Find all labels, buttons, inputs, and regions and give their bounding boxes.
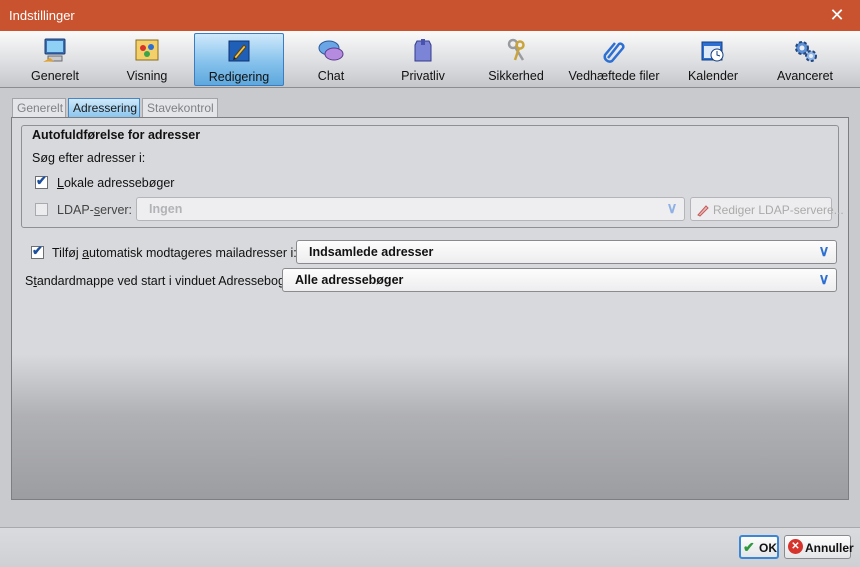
- autocomplete-group-title: Autofuldførelse for adresser: [32, 128, 201, 142]
- local-addressbooks-checkbox[interactable]: [35, 173, 48, 189]
- calendar-clock-icon: [701, 41, 724, 62]
- toolbar-item-privatliv[interactable]: Privatliv: [381, 33, 465, 86]
- category-toolbar: Generelt Visning Redigering Chat Privatl…: [0, 31, 860, 88]
- toolbar-item-avanceret[interactable]: Avanceret: [764, 33, 846, 86]
- toolbar-item-label: Avanceret: [776, 69, 834, 83]
- ldap-server-checkbox[interactable]: [35, 203, 48, 216]
- toolbar-item-label: Vedhæftede filer: [568, 69, 660, 83]
- toolbar-item-chat[interactable]: Chat: [290, 33, 372, 86]
- toolbar-item-label: Visning: [126, 69, 168, 83]
- check-icon: ✔: [743, 539, 755, 555]
- subtab-adressering[interactable]: Adressering: [68, 98, 140, 117]
- auto-add-checkbox[interactable]: [31, 243, 44, 259]
- title-bar: Indstillinger ✕: [0, 0, 860, 31]
- subtab-generelt[interactable]: Generelt: [12, 98, 66, 117]
- toolbar-item-label: Chat: [317, 69, 345, 83]
- toolbar-item-kalender[interactable]: Kalender: [672, 33, 754, 86]
- search-addresses-label: Søg efter adresser i:: [32, 151, 146, 165]
- palette-icon: [135, 39, 159, 61]
- ok-button[interactable]: ✔ OK: [739, 535, 779, 559]
- toolbar-item-label: Generelt: [31, 69, 79, 83]
- toolbar-item-label: Privatliv: [401, 69, 445, 83]
- toolbar-item-generelt[interactable]: Generelt: [14, 33, 96, 86]
- chat-bubbles-icon: [318, 40, 344, 61]
- auto-add-label[interactable]: Tilføj automatisk modtageres mailadresse…: [52, 246, 297, 260]
- cancel-icon: ✕: [788, 539, 803, 554]
- auto-add-folder-select[interactable]: Indsamlede adresser ∨: [296, 240, 837, 264]
- ldap-server-value: Ingen: [149, 202, 183, 216]
- toolbar-item-label: Kalender: [687, 69, 739, 83]
- close-icon: ✕: [829, 5, 845, 25]
- gears-icon: [795, 41, 817, 62]
- keys-icon: [507, 38, 525, 61]
- close-button[interactable]: ✕: [814, 0, 860, 31]
- window-title: Indstillinger: [9, 8, 75, 23]
- edit-ldap-servers-label: Rediger LDAP-servere...: [713, 203, 844, 217]
- monitor-icon: [43, 38, 66, 62]
- auto-add-folder-value: Indsamlede adresser: [309, 245, 434, 259]
- pen-icon: [228, 40, 250, 62]
- cancel-button[interactable]: ✕ Annuller: [784, 535, 854, 559]
- toolbar-item-visning[interactable]: Visning: [106, 33, 188, 86]
- pencil-icon: [697, 205, 709, 217]
- edit-ldap-servers-button[interactable]: Rediger LDAP-servere...: [690, 197, 844, 221]
- default-folder-label: Standardmappe ved start i vinduet Adress…: [25, 274, 289, 288]
- cancel-label: Annuller: [805, 541, 854, 555]
- toolbar-item-label: Redigering: [208, 70, 270, 84]
- toolbar-item-label: Sikkerhed: [488, 69, 544, 83]
- paperclip-icon: [603, 42, 625, 63]
- dialog-footer: [0, 527, 860, 567]
- default-folder-value: Alle adressebøger: [295, 273, 404, 287]
- ldap-server-label[interactable]: LDAP-server:: [57, 203, 132, 217]
- chevron-down-icon: ∨: [818, 271, 830, 288]
- chevron-down-icon: ∨: [818, 243, 830, 260]
- ldap-server-select[interactable]: Ingen ∨: [136, 197, 685, 221]
- chevron-down-icon: ∨: [666, 200, 678, 217]
- default-folder-select[interactable]: Alle adressebøger ∨: [282, 268, 837, 292]
- toolbar-item-sikkerhed[interactable]: Sikkerhed: [475, 33, 557, 86]
- toolbar-item-redigering[interactable]: Redigering: [194, 33, 284, 86]
- ok-label: OK: [759, 541, 777, 555]
- shield-box-icon: [414, 39, 432, 62]
- toolbar-item-vedhaeftede-filer[interactable]: Vedhæftede filer: [566, 33, 662, 86]
- subtab-stavekontrol[interactable]: Stavekontrol: [142, 98, 218, 117]
- local-addressbooks-label[interactable]: Lokale adressebøger: [57, 176, 174, 190]
